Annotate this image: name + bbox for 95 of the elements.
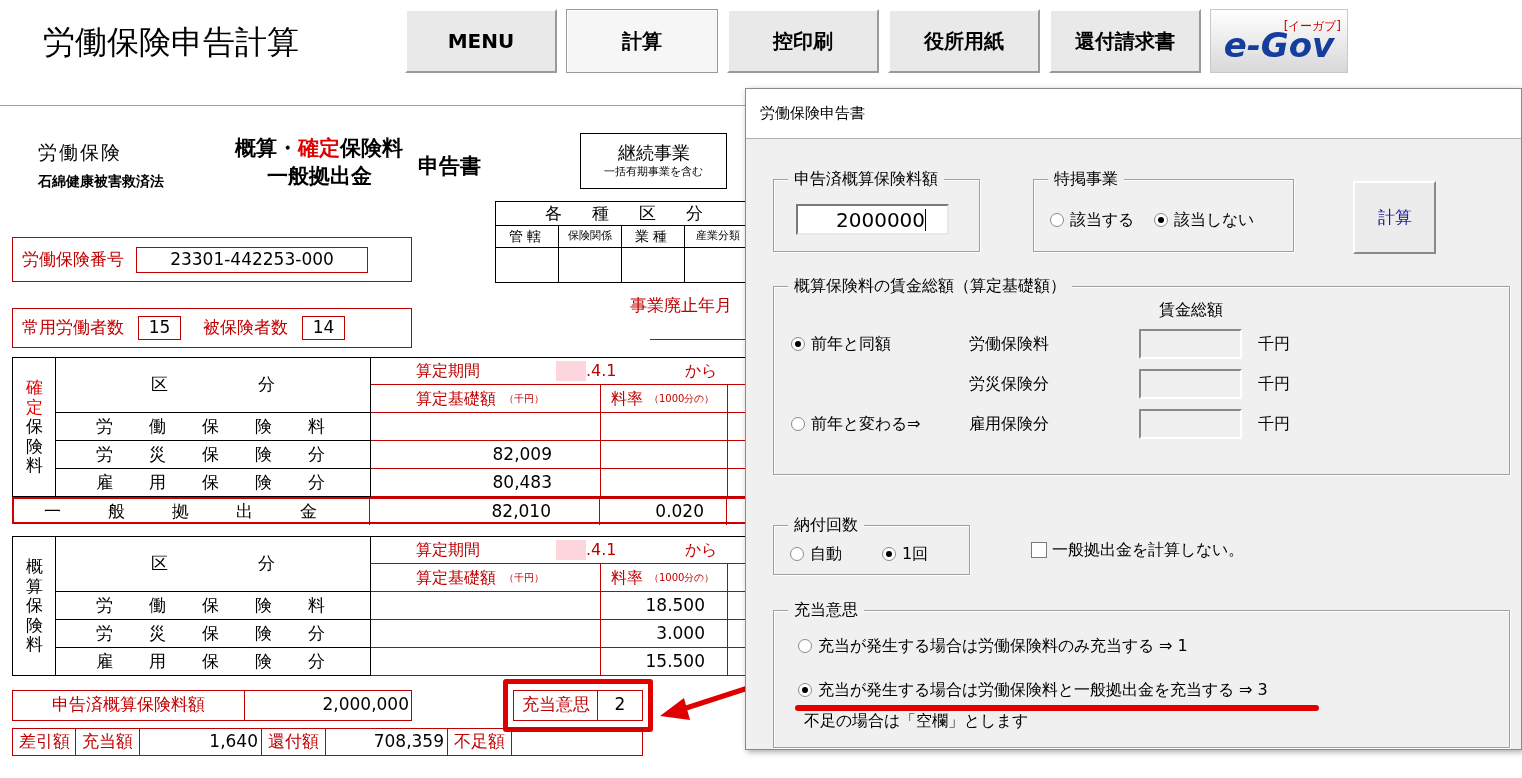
radio-option[interactable]: 充当が発生する場合は労働保険料のみ充当する ⇒ 1 xyxy=(798,633,1509,659)
toolbar-button[interactable]: 控印刷 xyxy=(727,9,879,73)
field-label: 充当額 xyxy=(82,730,133,754)
checkbox-option[interactable]: 一般拠出金を計算しない。 xyxy=(1031,538,1244,562)
unit-label: 千円 xyxy=(1258,413,1290,435)
radio-option[interactable]: 前年と同額 xyxy=(791,324,969,364)
field-label: 申告済概算保険料額 xyxy=(52,693,205,717)
period-date: .4.1 xyxy=(586,539,617,561)
field-label: 被保険者数 xyxy=(203,316,288,340)
form-title: 一般拠出金 xyxy=(266,163,372,190)
table-cell: 18.500 xyxy=(601,592,728,620)
table-cell: 82,009 xyxy=(371,441,601,469)
column-header: 賃金総額 xyxy=(1159,300,1223,319)
column-header: 業種 xyxy=(635,227,671,246)
period-date: .4.1 xyxy=(586,360,617,382)
field-label: 労働保険料 xyxy=(969,333,1050,355)
input-field[interactable]: 2000000 xyxy=(796,204,949,235)
field-label: 不足額 xyxy=(454,730,505,754)
insurance-number: 23301-442253-000 xyxy=(136,246,368,273)
column-header: 算定基礎額 xyxy=(416,566,496,589)
dialog-title: 労働保険申告書 xyxy=(760,103,865,125)
side-label: 概算保険料 xyxy=(25,557,43,655)
balance-value: 1,640 xyxy=(209,730,258,754)
app-title: 労働保険申告計算 xyxy=(43,23,299,61)
column-header: 管轄 xyxy=(509,227,545,246)
period-from: から xyxy=(684,539,717,561)
redaction-block xyxy=(556,361,586,381)
form-title: 概算・確定保険料 xyxy=(235,135,403,162)
unit-label: （千円） xyxy=(504,571,544,585)
declared-value: 2,000,000 xyxy=(322,693,409,717)
field-label: 労災保険分 xyxy=(969,373,1050,395)
row-label: 一般拠出金 xyxy=(44,500,364,523)
toolbar-button[interactable]: 役所用紙 xyxy=(888,9,1040,73)
closure-label: 事業廃止年月 xyxy=(630,294,733,317)
count-value: 14 xyxy=(302,316,345,340)
period-from: から xyxy=(684,360,717,382)
unit-label: （1000分の） xyxy=(649,571,715,585)
row-label: 雇用保険分 xyxy=(96,470,361,494)
table-cell-text: 82,010 xyxy=(491,500,551,523)
law-name: 労働保険 xyxy=(38,140,123,165)
unit-label: （千円） xyxy=(504,392,544,406)
row-label: 労災保険分 xyxy=(96,442,361,466)
column-header: 料率 xyxy=(611,387,643,410)
row-label: 労災保険分 xyxy=(96,621,361,645)
group-legend: 納付回数 xyxy=(788,514,864,536)
form-suffix: 申告書 xyxy=(418,154,481,178)
field-label: 還付額 xyxy=(268,730,319,754)
table-cell: 15.500 xyxy=(601,648,728,676)
field-label: 充当意思 xyxy=(521,693,590,717)
column-header: 区分 xyxy=(150,373,365,397)
group-legend: 申告済概算保険料額 xyxy=(788,168,944,190)
table-cell: 80,483 xyxy=(371,469,601,497)
business-note: 一括有期事業を含む xyxy=(604,163,703,180)
radio-option[interactable]: 前年と変わる⇒ xyxy=(791,404,969,444)
column-header: 区分 xyxy=(150,552,365,576)
period-label: 算定期間 xyxy=(416,539,480,561)
radio-option[interactable]: 充当が発生する場合は労働保険料と一般拠出金を充当する ⇒ 3 xyxy=(798,677,1509,703)
row-label: 労働保険料 xyxy=(96,414,361,438)
radio-option[interactable]: 自動 xyxy=(790,542,842,566)
note-text: 不足の場合は「空欄」とします xyxy=(803,710,1029,732)
period-label: 算定期間 xyxy=(416,360,480,382)
field-label: 差引額 xyxy=(18,730,70,754)
unit-label: 千円 xyxy=(1258,373,1290,395)
unit-label: 千円 xyxy=(1258,333,1290,355)
table-title: 各種区分 xyxy=(543,201,733,225)
column-header: 産業分類 xyxy=(695,228,740,245)
group-legend: 充当意思 xyxy=(788,599,864,621)
radio-option[interactable]: 該当する xyxy=(1050,208,1134,232)
calculate-button[interactable]: 計算 xyxy=(1353,181,1436,254)
radio-option[interactable]: 1回 xyxy=(882,542,929,566)
toolbar-button[interactable]: MENU xyxy=(405,9,557,73)
balance-value: 708,359 xyxy=(373,730,444,754)
logo[interactable]: [イーガブ] e-Gov xyxy=(1210,9,1348,73)
side-label: 確定 保険料 xyxy=(25,378,43,476)
field-label: 常用労働者数 xyxy=(22,316,124,340)
law-subtitle: 石綿健康被害救済法 xyxy=(38,171,165,191)
table-cell-text: 0.020 xyxy=(655,500,704,523)
row-label: 雇用保険分 xyxy=(96,649,361,673)
table-cell: 3.000 xyxy=(601,620,728,648)
redaction-block xyxy=(556,540,586,560)
column-header: 保険関係 xyxy=(568,228,612,245)
group-legend: 概算保険料の賃金総額（算定基礎額） xyxy=(788,275,1072,297)
allocation-value: 2 xyxy=(614,693,626,717)
toolbar-button[interactable]: 計算 xyxy=(566,9,718,73)
radio-option[interactable]: 該当しない xyxy=(1154,208,1254,232)
field-label: 労働保険番号 xyxy=(22,247,124,271)
business-type: 継続事業 xyxy=(617,141,690,164)
column-header: 算定基礎額 xyxy=(416,387,496,410)
row-label: 労働保険料 xyxy=(96,593,361,617)
group-legend: 特掲事業 xyxy=(1048,168,1124,190)
count-value: 15 xyxy=(138,316,181,340)
unit-label: （1000分の） xyxy=(649,392,715,406)
toolbar-button[interactable]: 還付請求書 xyxy=(1049,9,1201,73)
column-header: 料率 xyxy=(611,566,643,589)
field-label: 雇用保険分 xyxy=(969,413,1050,435)
